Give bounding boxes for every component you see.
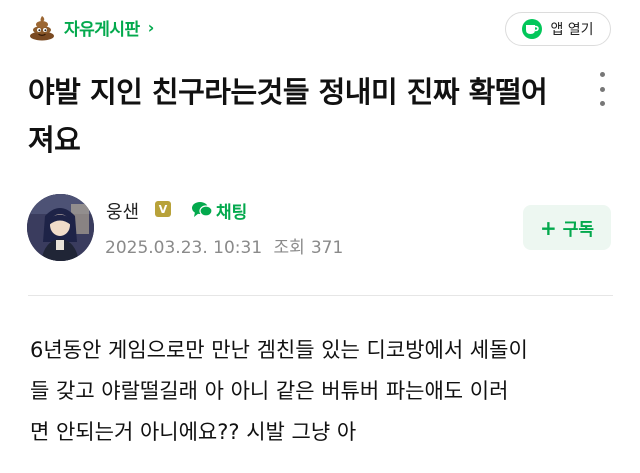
more-dot <box>599 72 605 77</box>
subscribe-label: 구독 <box>562 220 595 240</box>
body-line: 6년동안 게임으로만 만난 겜친들 있는 디코방에서 세돌이 <box>30 338 528 362</box>
post-meta: 2025.03.23. 10:31 조회 371 <box>105 233 349 258</box>
board-link[interactable]: 자유게시판 › <box>28 12 154 42</box>
app-open-button[interactable]: 앱 열기 <box>505 12 611 46</box>
plus-icon: + <box>539 215 557 240</box>
more-vertical-icon[interactable] <box>592 72 612 106</box>
avatar[interactable] <box>27 194 94 261</box>
naver-cafe-cup-icon <box>522 19 543 39</box>
poop-emoji-icon <box>28 13 56 41</box>
app-open-label: 앱 열기 <box>550 22 594 38</box>
chat-button[interactable]: 채팅 <box>191 198 248 223</box>
divider <box>28 295 613 296</box>
board-name: 자유게시판 <box>64 19 140 40</box>
chat-label: 채팅 <box>216 202 248 223</box>
member-level-badge: V <box>155 201 171 217</box>
chevron-right-icon: › <box>147 17 155 37</box>
more-dot <box>599 86 605 92</box>
post-title: 야발 지인 친구라는것들 정내미 진짜 확떨어져요 <box>28 75 548 157</box>
more-dot <box>599 101 605 106</box>
post-body: 6년동안 게임으로만 만난 겜친들 있는 디코방에서 세돌이 들 갖고 야랄떨길… <box>30 330 615 453</box>
views-label: 조회 <box>273 238 305 258</box>
views-count: 371 <box>310 238 344 258</box>
post-date: 2025.03.23. 10:31 <box>105 238 263 258</box>
author-name[interactable]: 웅샌 <box>106 198 139 224</box>
subscribe-button[interactable]: + 구독 <box>523 205 611 250</box>
chat-bubble-icon <box>191 200 213 220</box>
body-line: 면 안되는거 아니에요?? 시발 그냥 아 <box>30 420 357 444</box>
body-line: 들 갖고 야랄떨길래 아 아니 같은 버튜버 파는애도 이러 <box>30 379 509 403</box>
